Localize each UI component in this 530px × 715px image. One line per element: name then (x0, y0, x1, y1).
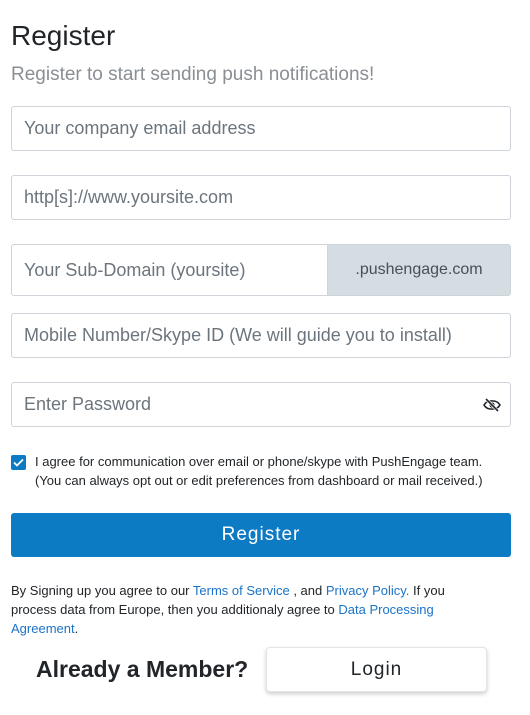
terms-end: . (74, 621, 79, 636)
privacy-policy-link[interactable]: Privacy Policy. (326, 583, 410, 598)
website-input[interactable] (12, 176, 510, 219)
mobile-input[interactable] (12, 314, 510, 357)
checkmark-icon (13, 458, 24, 467)
terms-middle: , and (289, 583, 326, 598)
subdomain-input[interactable] (12, 245, 327, 295)
terms-text: By Signing up you agree to our Terms of … (11, 581, 481, 638)
register-page: Register Register to start sending push … (0, 0, 530, 715)
page-title: Register (11, 20, 116, 51)
agree-line-2: (You can always opt out or edit preferen… (35, 473, 483, 488)
subdomain-suffix: .pushengage.com (327, 245, 510, 295)
member-row: Already a Member? Login (0, 647, 530, 693)
agree-row: I agree for communication over email or … (11, 452, 511, 490)
terms-prefix: By Signing up you agree to our (11, 583, 193, 598)
login-button[interactable]: Login (266, 647, 487, 692)
already-member-label: Already a Member? (36, 656, 249, 682)
eye-slash-icon[interactable] (474, 383, 510, 426)
email-input[interactable] (12, 107, 510, 150)
agree-text: I agree for communication over email or … (35, 452, 483, 490)
subdomain-field-wrapper: .pushengage.com (11, 244, 511, 296)
website-field-wrapper (11, 175, 511, 220)
password-input[interactable] (12, 383, 474, 426)
mobile-field-wrapper (11, 313, 511, 358)
agree-line-1: I agree for communication over email or … (35, 454, 483, 469)
agree-checkbox[interactable] (11, 455, 26, 470)
register-button[interactable]: Register (11, 513, 511, 557)
email-field-wrapper (11, 106, 511, 151)
page-subtitle: Register to start sending push notificat… (11, 64, 375, 85)
terms-of-service-link[interactable]: Terms of Service (193, 583, 290, 598)
password-field-wrapper (11, 382, 511, 427)
